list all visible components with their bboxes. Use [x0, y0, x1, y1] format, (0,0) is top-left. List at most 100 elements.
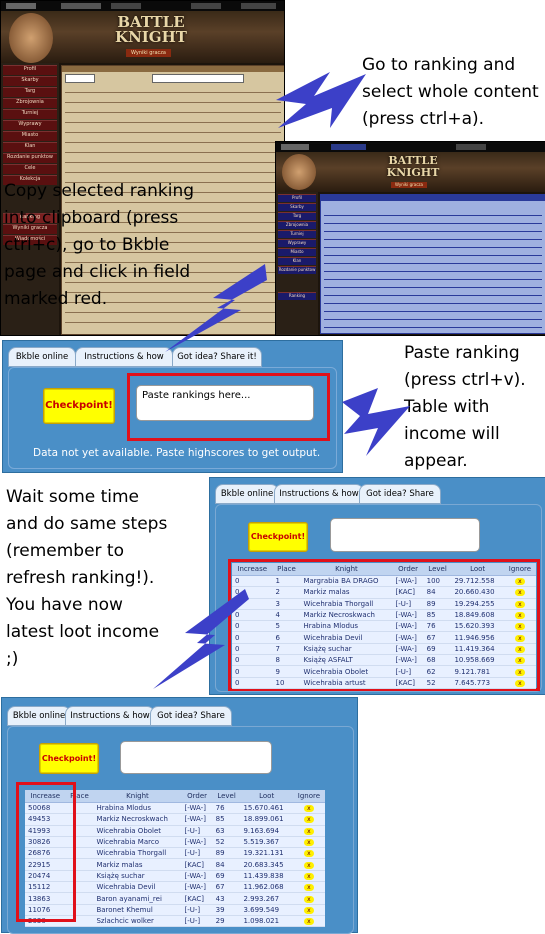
- table-cell: 5: [272, 620, 301, 633]
- ignore-cell[interactable]: x: [292, 836, 325, 849]
- checkpoint-button[interactable]: Checkpoint!: [39, 743, 99, 774]
- column-header[interactable]: Increase: [232, 563, 273, 576]
- table-cell: [-WA-]: [181, 802, 213, 815]
- table-cell: 85: [212, 813, 241, 826]
- table-cell: Wicehrabia Devil: [300, 631, 393, 644]
- table-cell: Wicehrabia artust: [300, 677, 393, 689]
- ignore-button[interactable]: x: [514, 600, 525, 608]
- ignore-cell[interactable]: x: [292, 904, 325, 916]
- ignore-button[interactable]: x: [303, 816, 314, 824]
- ignore-button[interactable]: x: [514, 645, 525, 653]
- ignore-button[interactable]: x: [303, 884, 314, 892]
- ignore-cell[interactable]: x: [503, 609, 536, 622]
- ignore-button[interactable]: x: [303, 805, 314, 813]
- table-cell: 6: [272, 631, 301, 644]
- rankings-textarea[interactable]: Paste rankings here...: [136, 385, 314, 421]
- rankings-textarea[interactable]: [330, 518, 480, 552]
- menu-item[interactable]: Profil: [3, 65, 57, 75]
- table-cell: Markiz Necroskwach: [93, 813, 182, 826]
- ignore-cell[interactable]: x: [292, 813, 325, 826]
- table-cell: Wicehrabia Marco: [93, 836, 182, 849]
- table-cell: 76: [423, 620, 452, 633]
- column-header: Level: [212, 790, 241, 803]
- ignore-cell[interactable]: x: [503, 665, 536, 678]
- table-cell: 15.670.461: [240, 802, 293, 815]
- table-cell: 52: [423, 677, 452, 689]
- menu-item[interactable]: Turniej: [3, 109, 57, 119]
- game-screenshot-ranking-2: BATTLE KNIGHT Wyniki gracza Profil Skarby…: [275, 141, 545, 336]
- ignore-button[interactable]: x: [514, 578, 525, 586]
- ignore-cell[interactable]: x: [503, 654, 536, 667]
- menu-item[interactable]: Rozdanie punktow: [3, 153, 57, 163]
- table-cell: Wicehrabia Obolet: [93, 825, 182, 837]
- table-cell: 9: [272, 665, 301, 678]
- ignore-cell[interactable]: x: [503, 575, 536, 588]
- menu-item[interactable]: Miasto: [3, 131, 57, 141]
- ignore-button[interactable]: x: [514, 623, 525, 631]
- ignore-cell[interactable]: x: [292, 847, 325, 860]
- table-cell: 69: [212, 870, 241, 883]
- column-header: Level: [423, 563, 452, 576]
- ignore-cell[interactable]: x: [503, 620, 536, 633]
- table-cell: [KAC]: [392, 586, 424, 599]
- menu-item[interactable]: Klan: [3, 142, 57, 152]
- checkpoint-button[interactable]: Checkpoint!: [248, 522, 308, 552]
- table-cell: 20.683.345: [240, 858, 293, 871]
- ignore-cell[interactable]: x: [503, 586, 536, 599]
- ignore-button[interactable]: x: [514, 657, 525, 665]
- ignore-button[interactable]: x: [303, 850, 314, 858]
- table-cell: 4: [272, 609, 301, 622]
- arrow-step-1: [276, 72, 366, 128]
- ignore-cell[interactable]: x: [292, 858, 325, 871]
- ignore-button[interactable]: x: [514, 634, 525, 642]
- table-cell: 100: [423, 575, 452, 588]
- ignore-button[interactable]: x: [303, 872, 314, 880]
- ignore-button[interactable]: x: [303, 895, 314, 903]
- column-header: Ignore: [292, 790, 325, 803]
- bkble-app-panel-1: Bkble online Instructions & how to Got i…: [2, 340, 343, 473]
- ignore-button[interactable]: x: [303, 906, 314, 914]
- ignore-cell[interactable]: x: [292, 802, 325, 815]
- ignore-cell[interactable]: x: [503, 643, 536, 656]
- ignore-cell[interactable]: x: [292, 825, 325, 837]
- menu-item[interactable]: Zbrojownia: [3, 98, 57, 108]
- ignore-cell[interactable]: x: [292, 870, 325, 883]
- ignore-cell[interactable]: x: [503, 677, 536, 689]
- table-row: 0 7 Książę suchar [-WA-] 69 11.419.364 x: [232, 643, 536, 656]
- table-cell: 8: [272, 654, 301, 667]
- ignore-cell[interactable]: x: [503, 631, 536, 644]
- ignore-button[interactable]: x: [514, 589, 525, 597]
- table-cell: [-WA-]: [181, 881, 213, 894]
- menu-item[interactable]: Targ: [3, 87, 57, 97]
- checkpoint-button[interactable]: Checkpoint!: [43, 388, 115, 424]
- ignore-cell[interactable]: x: [292, 881, 325, 894]
- ignore-button[interactable]: x: [303, 861, 314, 869]
- table-cell: 29: [212, 915, 241, 928]
- ignore-button[interactable]: x: [303, 827, 314, 835]
- menu-item[interactable]: Cele: [3, 164, 57, 174]
- column-header: Knight: [300, 563, 393, 576]
- table-cell: [KAC]: [181, 858, 213, 871]
- table-cell: 10.958.669: [451, 654, 504, 667]
- section-title: Wyniki gracza: [126, 49, 171, 57]
- tab-bkble-online[interactable]: Bkble online: [8, 347, 76, 367]
- table-cell: Wicehrabia Thorgall: [93, 847, 182, 860]
- ignore-button[interactable]: x: [514, 679, 525, 687]
- ignore-button[interactable]: x: [514, 668, 525, 676]
- ignore-button[interactable]: x: [514, 612, 525, 620]
- bkble-app-panel-2: Bkble online Instructions & how to Got i…: [209, 477, 545, 695]
- ignore-cell[interactable]: x: [503, 598, 536, 610]
- menu-item[interactable]: Skarby: [3, 76, 57, 86]
- ignore-button[interactable]: x: [303, 918, 314, 926]
- menu-item[interactable]: Wyprawy: [3, 120, 57, 130]
- table-cell: [-U-]: [181, 825, 213, 837]
- table-cell: 69: [423, 643, 452, 656]
- ignore-cell[interactable]: x: [292, 915, 325, 928]
- ignore-button[interactable]: x: [303, 839, 314, 847]
- column-header: Order: [181, 790, 213, 803]
- ignore-cell[interactable]: x: [292, 892, 325, 905]
- table-cell: Wicehrabia Thorgall: [300, 598, 393, 610]
- table-cell: 19.321.131: [240, 847, 293, 860]
- arrow-step-2: [165, 264, 267, 352]
- rankings-textarea[interactable]: [120, 741, 272, 774]
